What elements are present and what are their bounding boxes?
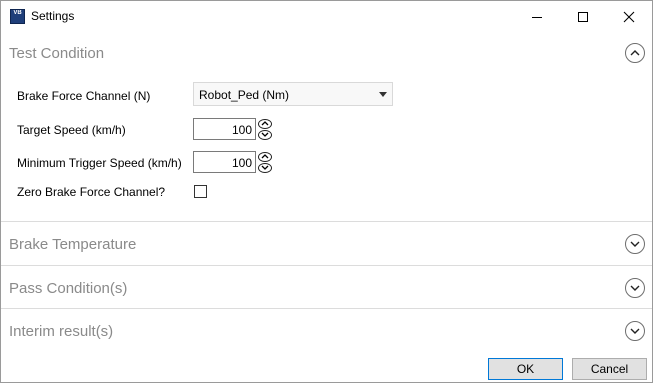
ok-button[interactable]: OK — [488, 358, 563, 380]
dropdown-arrow-icon — [379, 92, 387, 97]
section-pass-conditions: Pass Condition(s) — [1, 266, 652, 309]
section-header-test-condition[interactable]: Test Condition — [1, 32, 652, 75]
chevron-up-icon — [257, 118, 272, 129]
section-test-condition: Test Condition Brake Force Channel (N) R… — [1, 32, 652, 222]
chevron-down-icon — [257, 162, 272, 173]
settings-window: VB Settings Test Condition Brake Force C… — [0, 0, 653, 383]
decrement-button[interactable] — [256, 129, 273, 140]
brake-force-channel-label: Brake Force Channel (N) — [17, 89, 151, 103]
target-speed-value: 100 — [231, 123, 252, 137]
zero-brake-force-checkbox[interactable] — [194, 185, 207, 198]
chevron-up-icon — [257, 151, 272, 162]
section-brake-temperature: Brake Temperature — [1, 222, 652, 266]
section-header-interim-results[interactable]: Interim result(s) — [1, 309, 652, 352]
min-trigger-speed-label: Minimum Trigger Speed (km/h) — [17, 156, 182, 170]
section-title: Interim result(s) — [9, 323, 114, 340]
zero-brake-force-label: Zero Brake Force Channel? — [17, 185, 166, 199]
target-speed-label: Target Speed (km/h) — [17, 123, 126, 137]
minimize-button[interactable] — [514, 1, 560, 32]
section-header-brake-temperature[interactable]: Brake Temperature — [1, 222, 652, 265]
chevron-up-icon[interactable] — [625, 43, 645, 63]
section-title: Pass Condition(s) — [9, 280, 128, 297]
maximize-button[interactable] — [560, 1, 606, 32]
close-button[interactable] — [606, 1, 652, 32]
target-speed-input[interactable]: 100 — [193, 118, 256, 140]
brake-force-channel-value: Robot_Ped (Nm) — [199, 88, 290, 102]
decrement-button[interactable] — [256, 162, 273, 173]
title-bar[interactable]: VB Settings — [1, 1, 652, 32]
window-title: Settings — [31, 9, 75, 23]
min-trigger-speed-value: 100 — [231, 156, 252, 170]
min-trigger-speed-input[interactable]: 100 — [193, 151, 256, 173]
chevron-down-icon[interactable] — [625, 234, 645, 254]
chevron-down-icon[interactable] — [625, 278, 645, 298]
close-icon — [623, 11, 635, 22]
minimize-icon — [532, 16, 542, 18]
cancel-button[interactable]: Cancel — [572, 358, 647, 380]
chevron-down-icon[interactable] — [625, 321, 645, 341]
min-trigger-speed-stepper — [256, 151, 273, 173]
brake-force-channel-select[interactable]: Robot_Ped (Nm) — [193, 82, 393, 106]
section-header-pass-conditions[interactable]: Pass Condition(s) — [1, 266, 652, 309]
increment-button[interactable] — [256, 118, 273, 129]
section-title: Test Condition — [9, 45, 105, 62]
target-speed-stepper — [256, 118, 273, 140]
maximize-icon — [578, 11, 588, 22]
app-logo-icon: VB — [10, 9, 25, 24]
chevron-down-icon — [257, 129, 272, 140]
section-title: Brake Temperature — [9, 236, 137, 253]
section-interim-results: Interim result(s) — [1, 309, 652, 352]
increment-button[interactable] — [256, 151, 273, 162]
